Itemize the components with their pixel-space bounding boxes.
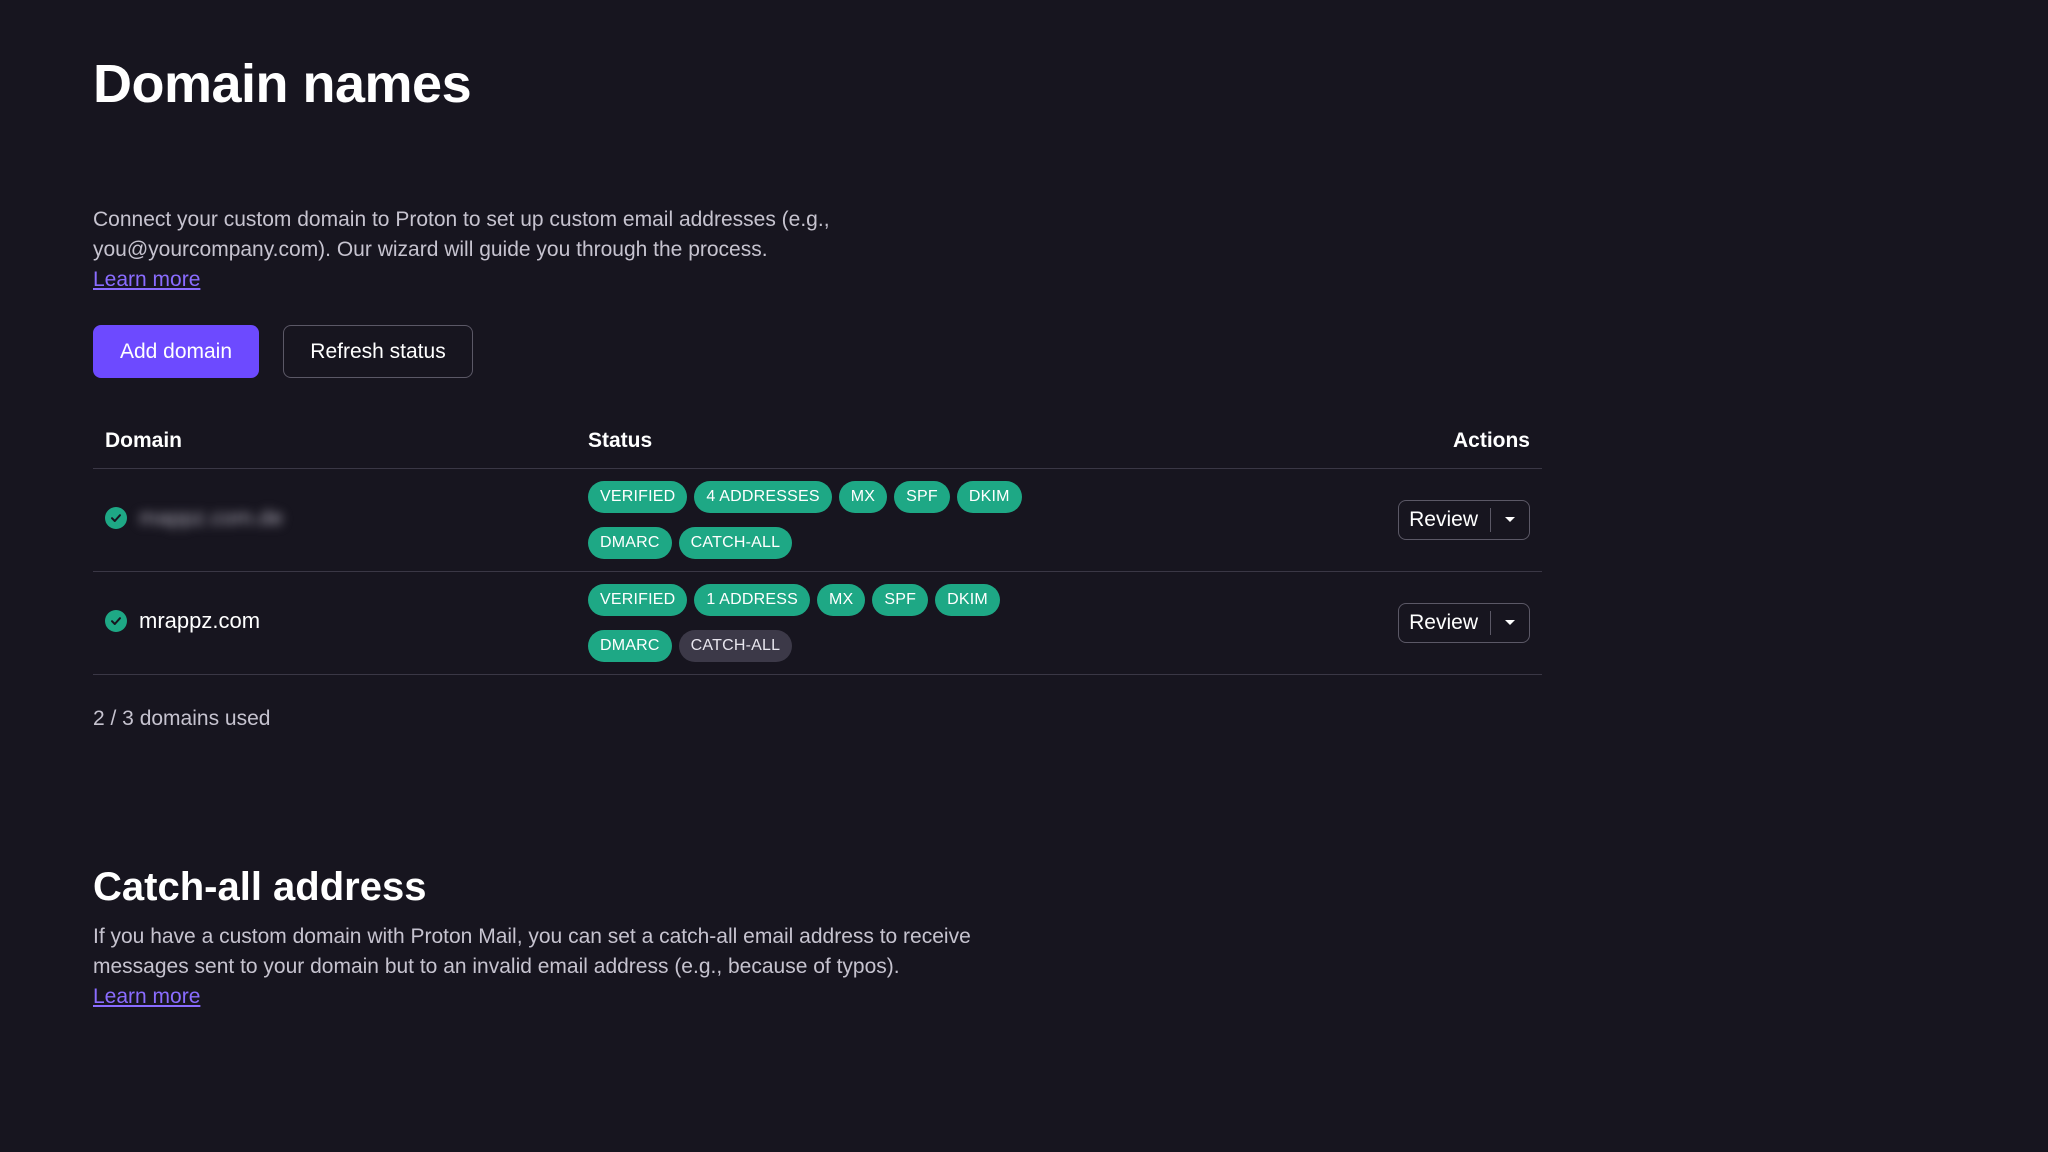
domain-cell: mappz.com.de	[105, 505, 283, 531]
review-dropdown-toggle[interactable]	[1491, 604, 1529, 642]
caret-down-icon	[1505, 620, 1515, 625]
status-badge-dkim: DKIM	[935, 584, 1000, 616]
status-badge-verified: VERIFIED	[588, 584, 688, 616]
domains-description-text: Connect your custom domain to Proton to …	[93, 208, 830, 261]
catch-all-learn-more-link[interactable]: Learn more	[93, 982, 200, 1012]
review-button[interactable]: Review	[1399, 604, 1490, 642]
status-badges: VERIFIED 4 ADDRESSES MX SPF DKIM DMARC C…	[588, 481, 1088, 559]
check-circle-icon	[105, 610, 127, 632]
domains-table: Domain Status Actions mappz.com.de VERIF…	[93, 415, 1542, 675]
status-badge-spf: SPF	[894, 481, 950, 513]
domains-usage-count: 2 / 3 domains used	[93, 707, 271, 730]
table-row: mrappz.com VERIFIED 1 ADDRESS MX SPF DKI…	[93, 572, 1542, 675]
domain-name: mrappz.com	[139, 608, 261, 633]
status-badge-dkim: DKIM	[956, 481, 1022, 513]
status-badge-addresses: 4 ADDRESSES	[694, 481, 832, 513]
column-header-domain: Domain	[105, 429, 183, 452]
review-split-button: Review	[1398, 603, 1530, 643]
refresh-status-button[interactable]: Refresh status	[283, 325, 473, 378]
catch-all-title: Catch-all address	[93, 865, 427, 909]
page-title: Domain names	[93, 54, 472, 114]
status-badge-addresses: 1 ADDRESS	[694, 584, 811, 616]
review-button[interactable]: Review	[1399, 501, 1490, 539]
status-badges: VERIFIED 1 ADDRESS MX SPF DKIM DMARC CAT…	[588, 584, 1088, 662]
add-domain-button[interactable]: Add domain	[93, 325, 259, 378]
settings-page: Domain names Connect your custom domain …	[0, 0, 2048, 1152]
status-badge-verified: VERIFIED	[588, 481, 688, 513]
check-circle-icon	[105, 507, 127, 529]
status-badge-spf: SPF	[872, 584, 929, 616]
table-row: mappz.com.de VERIFIED 4 ADDRESSES MX SPF…	[93, 469, 1542, 572]
domain-cell: mrappz.com	[105, 608, 260, 634]
review-dropdown-toggle[interactable]	[1491, 501, 1529, 539]
status-badge-mx: MX	[817, 584, 866, 616]
domain-actions-toolbar: Add domain Refresh status	[93, 325, 473, 378]
column-header-status: Status	[588, 429, 653, 452]
domains-learn-more-link[interactable]: Learn more	[93, 265, 200, 295]
domains-description: Connect your custom domain to Proton to …	[93, 205, 913, 295]
catch-all-description: If you have a custom domain with Proton …	[93, 922, 993, 1012]
column-header-actions: Actions	[1452, 429, 1530, 452]
status-badge-catch-all: CATCH-ALL	[678, 527, 793, 559]
status-badge-dmarc: DMARC	[588, 527, 672, 559]
caret-down-icon	[1505, 517, 1515, 522]
table-header: Domain Status Actions	[93, 415, 1542, 469]
review-split-button: Review	[1398, 500, 1530, 540]
status-badge-dmarc: DMARC	[588, 630, 672, 662]
domain-name-redacted: mappz.com.de	[139, 505, 284, 530]
status-badge-catch-all: CATCH-ALL	[678, 630, 793, 662]
catch-all-description-text: If you have a custom domain with Proton …	[93, 925, 971, 978]
status-badge-mx: MX	[838, 481, 888, 513]
